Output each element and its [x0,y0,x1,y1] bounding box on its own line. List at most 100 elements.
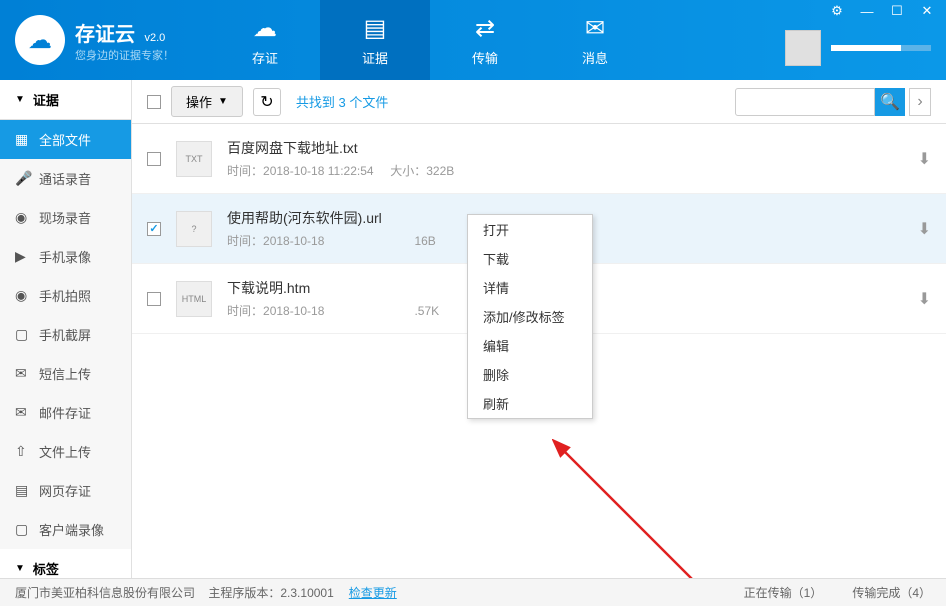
menu-item-edit[interactable]: 编辑 [468,331,592,360]
phone-icon: ▢ [15,326,31,343]
main-area: 操作 ▼ ↻ 共找到 3 个文件 🔍 › TXT [132,80,946,578]
window-controls: ⚙ — ☐ ✕ [823,2,941,20]
close-button[interactable]: ✕ [913,2,941,20]
chevron-right-icon: › [917,93,922,111]
file-checkbox[interactable] [147,292,161,306]
file-row[interactable]: TXT 百度网盘下载地址.txt 时间：2018-10-18 11:22:54 … [132,124,946,194]
webpage-icon: ▤ [15,482,31,499]
sidebar-item-sms-upload[interactable]: ✉ 短信上传 [0,354,131,393]
footer-company: 厦门市美亚柏科信息股份有限公司 [15,584,195,601]
microphone-icon: 🎤 [15,170,31,187]
storage-progress-fill [831,45,901,51]
sidebar-item-file-upload[interactable]: ⇧ 文件上传 [0,432,131,471]
toolbar: 操作 ▼ ↻ 共找到 3 个文件 🔍 › [132,80,946,124]
html-file-icon: HTML [176,281,212,317]
nav-tab-transfer[interactable]: ⇄ 传输 [430,0,540,80]
files-icon: ▦ [15,131,31,148]
mail-icon: ✉ [15,404,31,421]
sidebar-item-call-recording[interactable]: 🎤 通话录音 [0,159,131,198]
sidebar-item-label: 客户端录像 [39,520,104,539]
sidebar-item-label: 网页存证 [39,481,91,500]
file-meta: 时间：2018-10-18 11:22:54 大小：322B [227,162,918,179]
body-area: ▼ 证据 ▦ 全部文件 🎤 通话录音 ◉ 现场录音 ▶ 手机录像 ◉ 手机拍照 … [0,80,946,578]
txt-file-icon: TXT [176,141,212,177]
sidebar-item-label: 邮件存证 [39,403,91,422]
menu-item-details[interactable]: 详情 [468,273,592,302]
sidebar-header-label: 标签 [33,559,59,578]
sidebar-header-evidence[interactable]: ▼ 证据 [0,80,131,120]
menu-item-download[interactable]: 下载 [468,244,592,273]
nav-label: 传输 [472,48,498,67]
header-right [785,30,931,66]
file-count-label: 共找到 3 个文件 [296,92,388,111]
logo-text: 存证云 v2.0 您身边的证据专家！ [75,18,174,63]
chevron-down-icon: ▼ [15,563,25,574]
sidebar-item-label: 全部文件 [39,130,91,149]
menu-item-open[interactable]: 打开 [468,215,592,244]
context-menu: 打开 下载 详情 添加/修改标签 编辑 删除 刷新 [467,214,593,419]
message-icon: ✉ [585,14,605,43]
nav-tabs: ☁ 存证 ▤ 证据 ⇄ 传输 ✉ 消息 [210,0,650,80]
sidebar-item-scene-recording[interactable]: ◉ 现场录音 [0,198,131,237]
file-checkbox[interactable] [147,152,161,166]
sidebar-header-label: 证据 [33,90,59,109]
app-slogan: 您身边的证据专家！ [75,47,174,63]
minimize-button[interactable]: — [853,2,881,20]
refresh-icon: ↻ [260,92,273,112]
file-checkbox[interactable]: ✓ [147,222,161,236]
download-button[interactable]: ⬇ [918,219,931,239]
storage-progress [831,45,931,51]
search-input[interactable] [735,88,875,116]
check-update-link[interactable]: 检查更新 [349,584,397,601]
refresh-button[interactable]: ↻ [253,88,281,116]
sidebar-item-all-files[interactable]: ▦ 全部文件 [0,120,131,159]
sidebar-item-webpage-evidence[interactable]: ▤ 网页存证 [0,471,131,510]
sidebar-item-label: 现场录音 [39,208,91,227]
nav-tab-evidence[interactable]: ▤ 证据 [320,0,430,80]
action-label: 操作 [186,92,212,111]
camera-icon: ◉ [15,287,31,304]
nav-label: 存证 [252,48,278,67]
completed-status[interactable]: 传输完成（4） [852,584,931,601]
video-icon: ▶ [15,248,31,265]
nav-label: 消息 [582,48,608,67]
sidebar-item-phone-screenshot[interactable]: ▢ 手机截屏 [0,315,131,354]
transferring-status[interactable]: 正在传输（1） [744,584,823,601]
nav-label: 证据 [362,48,388,67]
nav-tab-message[interactable]: ✉ 消息 [540,0,650,80]
file-list: TXT 百度网盘下载地址.txt 时间：2018-10-18 11:22:54 … [132,124,946,578]
select-all-checkbox[interactable] [147,95,161,109]
chevron-down-icon: ▼ [218,96,228,107]
search-button[interactable]: 🔍 [875,88,905,116]
sms-icon: ✉ [15,365,31,382]
file-name: 百度网盘下载地址.txt [227,138,918,158]
menu-item-delete[interactable]: 删除 [468,360,592,389]
upload-icon: ⇧ [15,443,31,460]
maximize-button[interactable]: ☐ [883,2,911,20]
logo-area: ☁ 存证云 v2.0 您身边的证据专家！ [0,15,210,65]
menu-item-edit-tags[interactable]: 添加/修改标签 [468,302,592,331]
download-button[interactable]: ⬇ [918,149,931,169]
footer-version-label: 主程序版本： [208,584,280,601]
footer-right: 正在传输（1） 传输完成（4） [744,584,931,601]
action-dropdown-button[interactable]: 操作 ▼ [171,86,243,117]
transfer-icon: ⇄ [475,14,495,43]
sidebar-item-phone-video[interactable]: ▶ 手机录像 [0,237,131,276]
document-icon: ▤ [364,14,387,43]
sidebar-item-label: 手机拍照 [39,286,91,305]
record-icon: ◉ [15,209,31,226]
next-button[interactable]: › [909,88,931,116]
footer: 厦门市美亚柏科信息股份有限公司 主程序版本： 2.3.10001 检查更新 正在… [0,578,946,606]
screen-record-icon: ▢ [15,521,31,538]
sidebar-item-phone-photo[interactable]: ◉ 手机拍照 [0,276,131,315]
settings-icon[interactable]: ⚙ [823,2,851,20]
nav-tab-store[interactable]: ☁ 存证 [210,0,320,80]
sidebar-header-tags[interactable]: ▼ 标签 [0,549,131,578]
menu-item-refresh[interactable]: 刷新 [468,389,592,418]
download-button[interactable]: ⬇ [918,289,931,309]
sidebar-item-email-evidence[interactable]: ✉ 邮件存证 [0,393,131,432]
user-avatar[interactable] [785,30,821,66]
chevron-down-icon: ▼ [15,94,25,105]
sidebar-item-client-recording[interactable]: ▢ 客户端录像 [0,510,131,549]
app-version: v2.0 [144,32,165,44]
